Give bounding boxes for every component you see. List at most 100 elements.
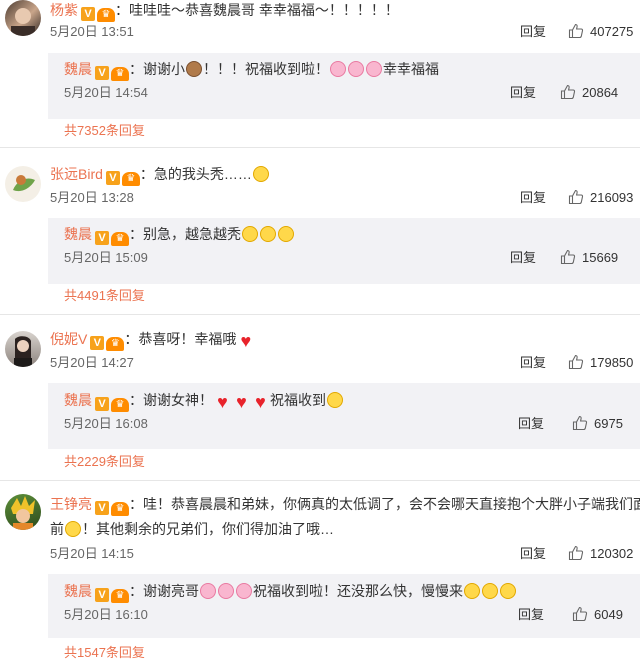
reply-text: 别急，越急越秃 <box>143 226 241 242</box>
comment-time: 5月20日 13:51 <box>50 24 134 39</box>
like-button[interactable]: 15669 <box>560 249 618 267</box>
thumbs-up-icon <box>568 23 584 39</box>
avatar[interactable] <box>5 0 41 36</box>
like-count: 179850 <box>590 355 634 370</box>
avatar[interactable] <box>5 494 41 530</box>
vip-crown-icon: ♛ <box>111 232 129 246</box>
verified-v-icon: V <box>81 7 95 21</box>
comment-time: 5月20日 14:27 <box>50 355 134 370</box>
monkey-emoji-icon <box>186 61 202 77</box>
reply-time: 5月20日 14:54 <box>64 85 148 100</box>
comment-time: 5月20日 13:28 <box>50 190 134 205</box>
heart-emoji-icon: ♥ <box>236 392 247 412</box>
view-all-replies-link[interactable]: 共4491条回复 <box>64 287 145 305</box>
divider <box>0 314 640 315</box>
view-all-replies-link[interactable]: 共7352条回复 <box>64 122 145 140</box>
heart-emoji-icon: ♥ <box>255 392 266 412</box>
reply-button[interactable]: 回复 <box>520 545 546 563</box>
grin-emoji-icon <box>260 226 276 242</box>
comment-username[interactable]: 王铮亮 <box>50 496 92 512</box>
like-count: 6049 <box>594 607 623 622</box>
reply-button[interactable]: 回复 <box>518 415 544 433</box>
like-button[interactable]: 20864 <box>560 84 618 102</box>
divider <box>0 480 640 481</box>
vip-crown-icon: ♛ <box>106 337 125 351</box>
comment-line: 杨紫 V ♛ ：哇哇哇～恭喜魏晨哥 幸幸福福～！！！！！ <box>50 2 399 22</box>
comment-text: 前 <box>50 521 64 537</box>
smile-emoji-icon <box>482 583 498 599</box>
reply-text: ！！！祝福收到啦！ <box>203 61 329 77</box>
thumbs-up-icon <box>568 189 584 205</box>
comment-text: 急的我头秃…… <box>153 166 252 182</box>
reply-line: 魏晨 V ♛ ：谢谢小 ！！！祝福收到啦！ 幸幸福福 <box>64 61 439 81</box>
reply-time: 5月20日 16:08 <box>64 416 148 431</box>
flower-emoji-icon <box>236 583 252 599</box>
reply-text: 谢谢亮哥 <box>143 583 199 599</box>
reply-line: 魏晨 V ♛ ：谢谢亮哥 祝福收到啦！还没那么快，慢慢来 <box>64 581 517 603</box>
like-count: 15669 <box>582 250 619 265</box>
comment-username[interactable]: 杨紫 <box>50 2 78 18</box>
thumbs-up-icon <box>568 545 584 561</box>
like-button[interactable]: 6049 <box>572 606 623 624</box>
comment-text: 恭喜呀！幸福哦 <box>138 331 237 347</box>
like-button[interactable]: 6975 <box>572 415 623 433</box>
verified-v-icon: V <box>90 336 105 350</box>
thumbs-up-icon <box>560 84 576 100</box>
reply-time: 5月20日 15:09 <box>64 250 148 265</box>
reply-username[interactable]: 魏晨 <box>64 226 92 242</box>
like-button[interactable]: 120302 <box>568 545 633 563</box>
divider <box>0 147 640 148</box>
reply-username[interactable]: 魏晨 <box>64 392 92 408</box>
comment-line: 张远Bird V ♛ ：急的我头秃…… <box>50 164 270 186</box>
reply-button[interactable]: 回复 <box>518 606 544 624</box>
flower-emoji-icon <box>348 61 364 77</box>
comment-line: 前 ！其他剩余的兄弟们，你们得加油了哦… <box>50 519 334 539</box>
reply-button[interactable]: 回复 <box>520 23 546 41</box>
reply-text: 祝福收到 <box>270 392 326 408</box>
like-button[interactable]: 407275 <box>568 23 633 41</box>
vip-crown-icon: ♛ <box>111 67 129 81</box>
reply-username[interactable]: 魏晨 <box>64 583 92 599</box>
grin-emoji-icon <box>242 226 258 242</box>
upside-down-emoji-icon <box>252 166 269 182</box>
view-all-replies-link[interactable]: 共1547条回复 <box>64 644 145 662</box>
tongue-emoji-icon <box>65 521 81 537</box>
view-all-replies-link[interactable]: 共2229条回复 <box>64 453 145 471</box>
comment-username[interactable]: 倪妮V <box>50 331 87 347</box>
like-count: 216093 <box>590 190 634 205</box>
reply-button[interactable]: 回复 <box>510 249 536 267</box>
like-button[interactable]: 216093 <box>568 189 633 207</box>
reply-text: 幸幸福福 <box>383 61 439 77</box>
verified-v-icon: V <box>95 501 109 515</box>
thumbs-up-icon <box>572 606 588 622</box>
avatar-image <box>11 496 35 530</box>
flower-emoji-icon <box>218 583 234 599</box>
grin-emoji-icon <box>278 226 294 242</box>
comment-text: 哇！恭喜晨晨和弟妹，你俩真的太低调了，会不会哪天直接抱个大胖小子端我们面 <box>143 496 640 512</box>
reply-button[interactable]: 回复 <box>510 84 536 102</box>
avatar[interactable] <box>5 166 41 202</box>
avatar-image <box>14 336 32 367</box>
vip-crown-icon: ♛ <box>111 589 129 603</box>
comment-username[interactable]: 张远Bird <box>50 166 103 182</box>
vip-crown-icon: ♛ <box>111 398 129 412</box>
reply-username[interactable]: 魏晨 <box>64 61 92 77</box>
verified-v-icon: V <box>95 397 109 411</box>
verified-v-icon: V <box>95 66 109 80</box>
flower-emoji-icon <box>200 583 216 599</box>
like-count: 120302 <box>590 546 634 561</box>
verified-v-icon: V <box>95 588 109 602</box>
thumbs-up-icon <box>568 354 584 370</box>
avatar-image <box>13 175 35 192</box>
flower-emoji-icon <box>366 61 382 77</box>
vip-crown-icon: ♛ <box>121 172 140 186</box>
smile-emoji-icon <box>327 392 343 408</box>
like-button[interactable]: 179850 <box>568 354 633 372</box>
comment-line: 倪妮V V ♛ ：恭喜呀！幸福哦 ♥ <box>50 329 255 351</box>
avatar[interactable] <box>5 331 41 367</box>
reply-button[interactable]: 回复 <box>520 354 546 372</box>
smile-emoji-icon <box>464 583 480 599</box>
reply-button[interactable]: 回复 <box>520 189 546 207</box>
like-count: 6975 <box>594 416 623 431</box>
reply-time: 5月20日 16:10 <box>64 607 148 622</box>
